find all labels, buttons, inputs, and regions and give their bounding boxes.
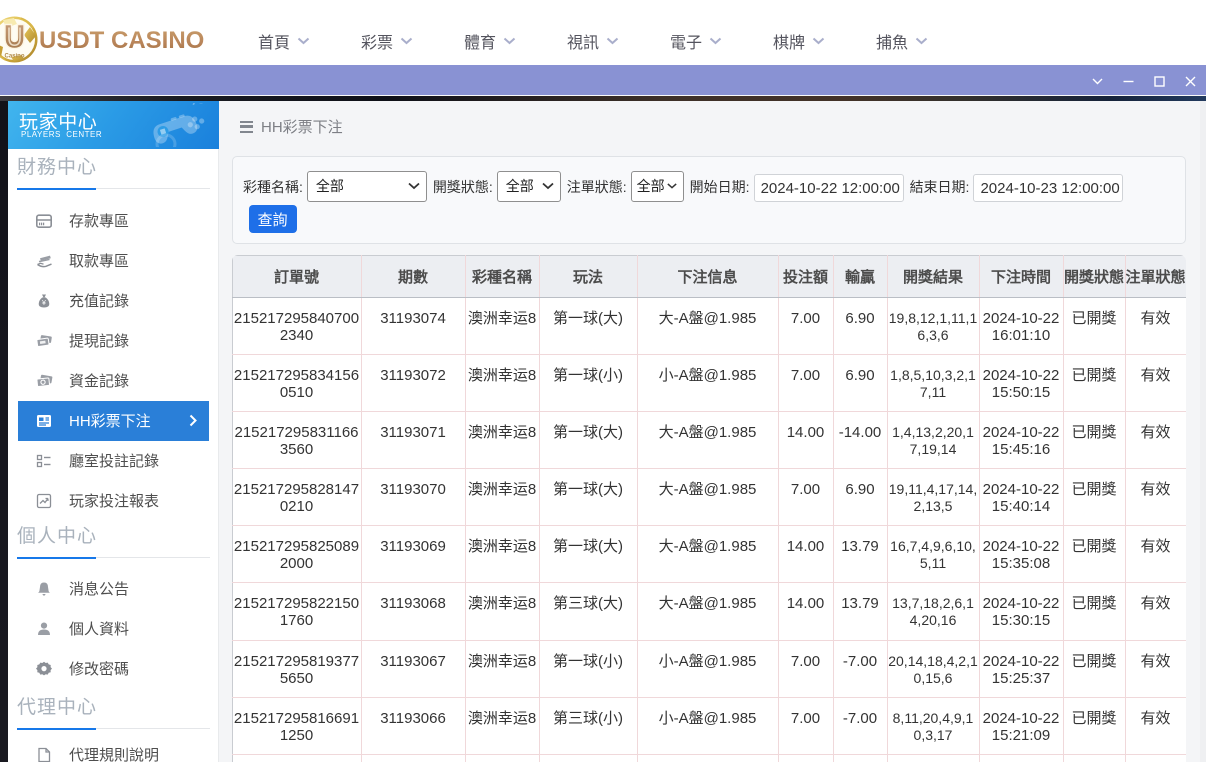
svg-text:¥: ¥ [42,300,46,307]
svg-text:Casino: Casino [4,54,24,60]
